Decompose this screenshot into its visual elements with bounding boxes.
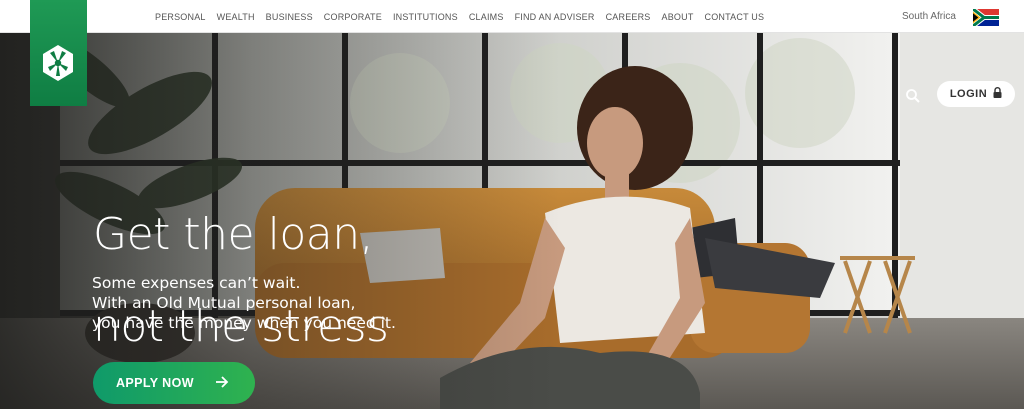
arrow-right-icon <box>215 375 229 392</box>
nav-item-careers[interactable]: CAREERS <box>606 12 651 22</box>
login-button[interactable]: LOGIN <box>937 81 1015 107</box>
old-mutual-logo-icon[interactable] <box>30 0 87 106</box>
page-bottom-strip <box>0 409 1024 414</box>
region-selector[interactable]: South Africa <box>902 11 956 22</box>
apply-now-button[interactable]: APPLY NOW <box>93 362 255 404</box>
nav-item-find-an-adviser[interactable]: FIND AN ADVISER <box>515 12 595 22</box>
nav-item-contact-us[interactable]: CONTACT US <box>705 12 765 22</box>
main-nav: PERSONAL WEALTH BUSINESS CORPORATE INSTI… <box>155 12 775 22</box>
hero-banner: LOGIN Get the loan, not the stress Some … <box>0 33 1024 409</box>
subtext-line-1: Some expenses can’t wait. <box>92 274 301 292</box>
top-navigation-bar: PERSONAL WEALTH BUSINESS CORPORATE INSTI… <box>0 0 1024 33</box>
south-africa-flag-icon[interactable] <box>973 9 999 26</box>
headline-line-1: Get the loan, <box>93 209 374 260</box>
nav-item-institutions[interactable]: INSTITUTIONS <box>393 12 458 22</box>
nav-item-about[interactable]: ABOUT <box>662 12 694 22</box>
nav-item-corporate[interactable]: CORPORATE <box>324 12 382 22</box>
nav-item-claims[interactable]: CLAIMS <box>469 12 504 22</box>
apply-now-label: APPLY NOW <box>116 376 194 390</box>
nav-item-personal[interactable]: PERSONAL <box>155 12 206 22</box>
nav-item-business[interactable]: BUSINESS <box>266 12 313 22</box>
subtext-line-2: With an Old Mutual personal loan, <box>92 294 356 312</box>
lock-icon <box>993 87 1002 101</box>
hero-subtext: Some expenses can’t wait. With an Old Mu… <box>92 273 452 333</box>
login-label: LOGIN <box>949 88 988 100</box>
search-icon[interactable] <box>905 88 921 104</box>
subtext-line-3: you have the money when you need it. <box>92 314 396 332</box>
nav-item-wealth[interactable]: WEALTH <box>217 12 255 22</box>
